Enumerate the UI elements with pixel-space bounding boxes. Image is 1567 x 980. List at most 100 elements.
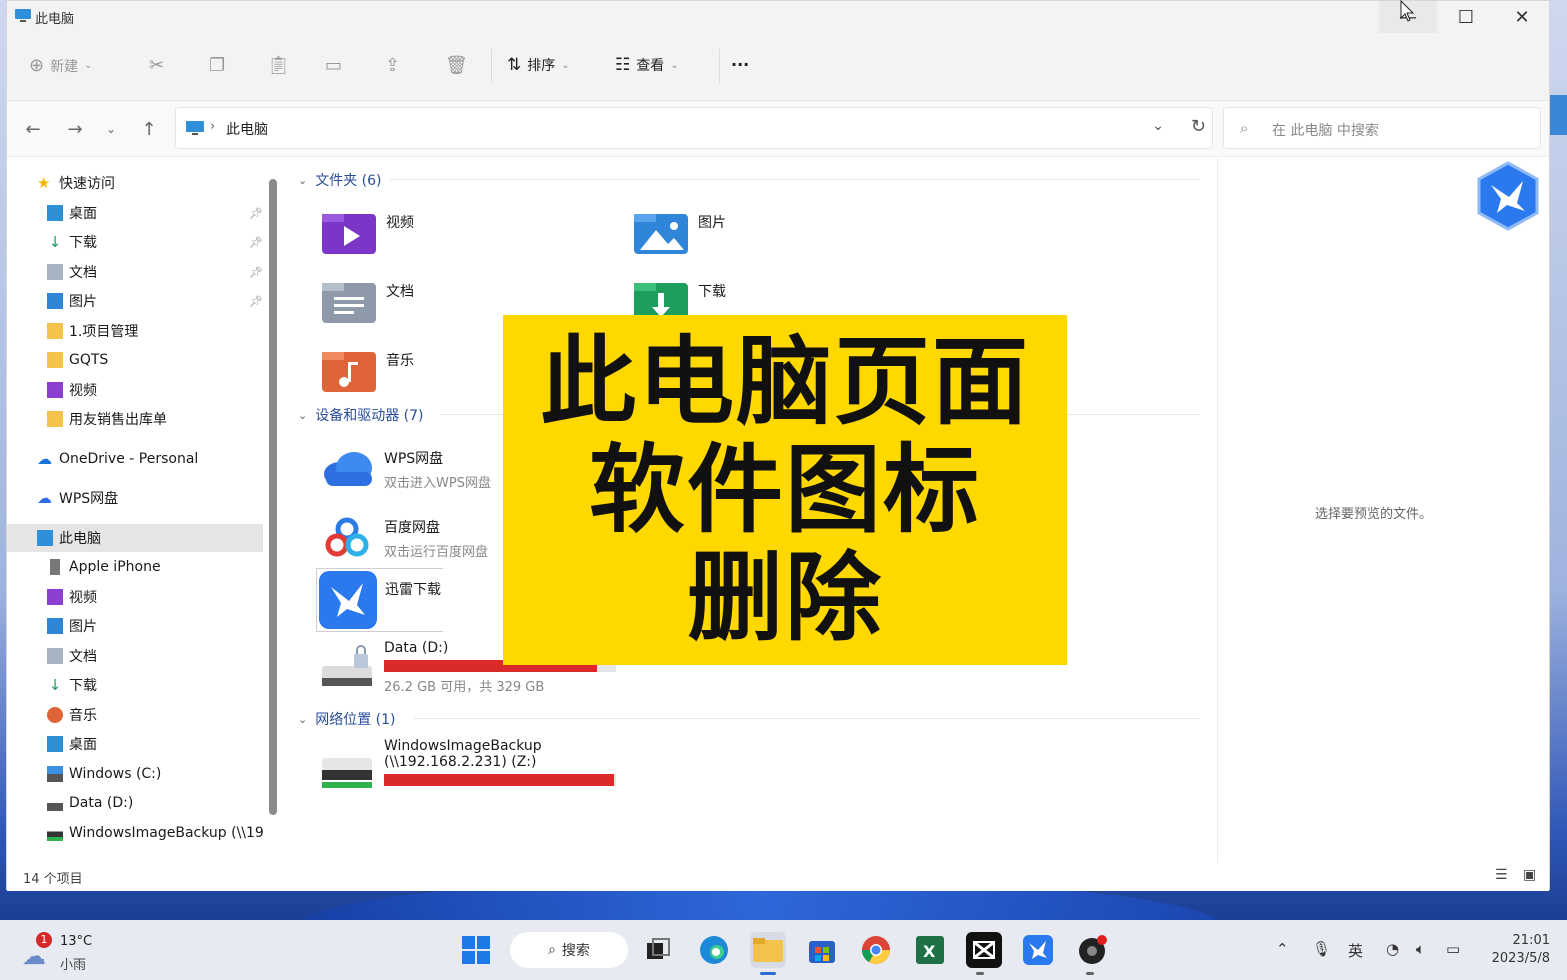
- sidebar-item-wps-drive[interactable]: ☁ WPS网盘: [7, 484, 271, 512]
- xunlei-app[interactable]: [1020, 932, 1056, 968]
- more-options-button[interactable]: ···: [731, 55, 749, 74]
- sidebar-item-quick-access[interactable]: ★ 快速访问: [7, 169, 271, 197]
- windows-logo-icon: [462, 936, 490, 964]
- share-button[interactable]: ⇪: [385, 55, 400, 76]
- weather-widget[interactable]: ☁ 1 13°C 小雨: [20, 930, 110, 974]
- sidebar-item-onedrive[interactable]: ☁ OneDrive - Personal: [7, 445, 271, 473]
- back-arrow-icon[interactable]: ←: [21, 117, 45, 141]
- sidebar-item-downloads[interactable]: ↓ 下载 📌︎: [7, 228, 271, 256]
- sidebar-item-pc-videos[interactable]: 视频: [7, 583, 271, 611]
- clock-date: 2023/5/8: [1491, 951, 1550, 966]
- sidebar-item-label: 下载: [69, 678, 97, 694]
- start-button[interactable]: [458, 932, 494, 968]
- sidebar-item-label: GQTS: [69, 352, 109, 368]
- search-placeholder: 在 此电脑 中搜索: [1272, 123, 1379, 139]
- up-arrow-icon[interactable]: ↑: [137, 117, 161, 141]
- sidebar-item-documents[interactable]: 文档 📌︎: [7, 258, 271, 286]
- sidebar-item-apple-iphone[interactable]: Apple iPhone: [7, 553, 271, 581]
- search-box[interactable]: ⌕ 在 此电脑 中搜索: [1223, 107, 1541, 149]
- sort-button[interactable]: ⇅ 排序 ⌄: [507, 55, 570, 75]
- device-xunlei[interactable]: 迅雷下载: [316, 568, 443, 632]
- sidebar-item-pictures[interactable]: 图片 📌︎: [7, 287, 271, 315]
- edge-app[interactable]: [696, 932, 732, 968]
- address-dropdown-icon[interactable]: ⌄: [1152, 118, 1164, 134]
- drive-lock-icon: [322, 645, 372, 686]
- folder-videos[interactable]: 视频: [320, 204, 414, 262]
- sidebar-item-pc-documents[interactable]: 文档: [7, 642, 271, 670]
- sidebar-item-pc-desktop[interactable]: 桌面: [7, 730, 271, 758]
- task-view-button[interactable]: [640, 932, 676, 968]
- sidebar-item-network-drive[interactable]: WindowsImageBackup (\\19: [7, 819, 271, 847]
- taskbar: ☁ 1 13°C 小雨 ⌕ 搜索 X ⌃ 🎙︎ 英 ◔ 🔈︎ ▭ 21:01 2…: [0, 920, 1567, 980]
- devices-group-header[interactable]: ⌄ 设备和驱动器 (7): [298, 405, 424, 425]
- refresh-icon[interactable]: ↻: [1191, 116, 1206, 137]
- group-title: 设备和驱动器 (7): [315, 408, 424, 424]
- device-wps-drive[interactable]: WPS网盘 双击进入WPS网盘: [318, 440, 491, 498]
- sidebar-item-pc-downloads[interactable]: ↓ 下载: [7, 671, 271, 699]
- sidebar-item-this-pc[interactable]: 此电脑: [7, 524, 263, 552]
- close-button[interactable]: ✕: [1493, 1, 1551, 33]
- new-button[interactable]: ⊕ 新建 ⌄: [29, 55, 92, 76]
- sidebar-item-drive-d[interactable]: Data (D:): [7, 789, 271, 817]
- copy-icon: ❐: [209, 55, 226, 76]
- sidebar-item-label: 桌面: [69, 206, 97, 222]
- breadcrumb-this-pc[interactable]: 此电脑: [226, 119, 268, 139]
- pictures-folder-icon: [634, 214, 688, 254]
- folder-pictures[interactable]: 图片: [632, 204, 726, 262]
- sidebar-item-project-folder[interactable]: 1.项目管理: [7, 317, 271, 345]
- trash-icon: 🗑︎: [445, 55, 468, 76]
- window-title: 此电脑: [35, 12, 75, 27]
- xunlei-floating-icon[interactable]: [1475, 161, 1541, 231]
- phone-icon: [50, 559, 60, 575]
- chrome-app[interactable]: [858, 932, 894, 968]
- preview-pane-text: 选择要预览的文件。: [1315, 507, 1433, 522]
- device-baidu-drive[interactable]: 百度网盘 双击运行百度网盘: [318, 509, 488, 567]
- paste-button[interactable]: 📋︎: [267, 55, 290, 76]
- microsoft-store-icon: [809, 941, 835, 963]
- address-bar[interactable]: › 此电脑 ⌄ ↻: [175, 107, 1213, 149]
- sidebar-item-drive-c[interactable]: Windows (C:): [7, 760, 271, 788]
- sidebar-item-label: 桌面: [69, 737, 97, 753]
- store-app[interactable]: [804, 932, 840, 968]
- folder-music[interactable]: 音乐: [320, 342, 414, 400]
- rename-button[interactable]: ▭: [325, 55, 342, 76]
- view-button[interactable]: ☷ 查看 ⌄: [615, 55, 679, 75]
- sidebar-item-videos[interactable]: 视频: [7, 376, 271, 404]
- recent-locations-chevron-icon[interactable]: ⌄: [99, 117, 123, 141]
- sidebar-item-desktop[interactable]: 桌面 📌︎: [7, 199, 271, 227]
- volume-icon[interactable]: 🔈︎: [1416, 940, 1425, 958]
- tray-overflow-chevron-icon[interactable]: ⌃: [1276, 940, 1289, 958]
- sidebar-item-label: 1.项目管理: [69, 324, 139, 340]
- sidebar-item-pc-music[interactable]: 音乐: [7, 701, 271, 729]
- cut-button[interactable]: ✂: [149, 55, 164, 76]
- sidebar-scrollbar[interactable]: [269, 179, 277, 815]
- battery-icon[interactable]: ▭: [1446, 940, 1460, 958]
- sidebar-item-pc-pictures[interactable]: 图片: [7, 612, 271, 640]
- tile-label: 图片: [698, 215, 726, 231]
- folders-group-header[interactable]: ⌄ 文件夹 (6): [298, 170, 382, 190]
- command-bar: ⊕ 新建 ⌄ ✂ ❐ 📋︎ ▭ ⇪ 🗑︎ ⇅ 排序 ⌄ ☷ 查看 ⌄ ···: [7, 33, 1549, 101]
- forward-arrow-icon[interactable]: →: [63, 117, 87, 141]
- excel-app[interactable]: X: [912, 932, 948, 968]
- file-explorer-app[interactable]: [750, 932, 786, 968]
- folder-documents[interactable]: 文档: [320, 273, 414, 331]
- maximize-button[interactable]: ☐: [1437, 1, 1495, 33]
- delete-button[interactable]: 🗑︎: [445, 55, 468, 76]
- network-drive-z[interactable]: WindowsImageBackup (\\192.168.2.231) (Z:…: [318, 738, 616, 796]
- copy-button[interactable]: ❐: [209, 55, 225, 76]
- system-clock[interactable]: 21:01 2023/5/8: [1480, 932, 1550, 968]
- obs-app[interactable]: [1074, 932, 1110, 968]
- sidebar-item-gqts[interactable]: GQTS: [7, 346, 271, 374]
- sidebar-item-yonyou-folder[interactable]: 用友销售出库单: [7, 405, 271, 433]
- tiles-view-icon[interactable]: ▣: [1523, 867, 1543, 887]
- wifi-icon[interactable]: ◔: [1386, 940, 1399, 958]
- taskbar-search[interactable]: ⌕ 搜索: [510, 932, 628, 968]
- capcut-app[interactable]: [966, 932, 1002, 968]
- drive-icon: [47, 795, 63, 811]
- microphone-icon[interactable]: 🎙︎: [1312, 940, 1331, 958]
- network-group-header[interactable]: ⌄ 网络位置 (1): [298, 709, 396, 729]
- ime-indicator[interactable]: 英: [1348, 940, 1363, 961]
- title-banner-overlay: 此电脑页面 软件图标 删除: [503, 315, 1067, 665]
- sidebar-item-label: 音乐: [69, 708, 97, 724]
- details-view-icon[interactable]: ☰: [1495, 867, 1515, 887]
